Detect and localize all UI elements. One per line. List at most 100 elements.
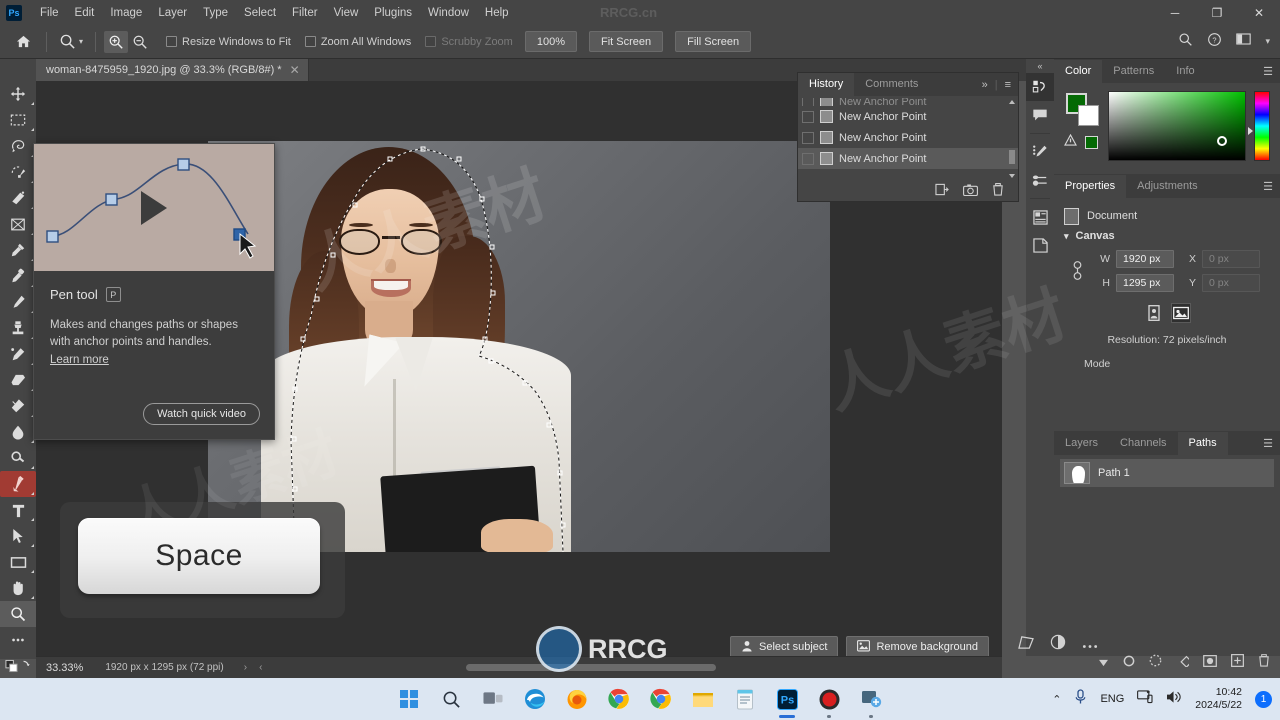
link-dimensions-icon[interactable] (1072, 260, 1083, 287)
close-button[interactable]: ✕ (1238, 0, 1280, 25)
history-snapshot-checkbox[interactable] (802, 152, 814, 165)
firefox-icon[interactable] (564, 686, 590, 712)
brushes-rail-icon[interactable] (1026, 166, 1054, 194)
chevron-down-icon[interactable]: ▾ (79, 37, 83, 46)
width-field[interactable]: 1920 px (1116, 250, 1174, 268)
pen-tool-tooltip-card[interactable]: Pen tool P Makes and changes paths or sh… (33, 143, 275, 440)
in-gamut-color-swatch[interactable] (1085, 135, 1098, 149)
tab-properties[interactable]: Properties (1054, 174, 1127, 198)
tab-color[interactable]: Color (1054, 59, 1103, 83)
fit-screen-button[interactable]: Fit Screen (588, 31, 664, 52)
language-indicator[interactable]: ENG (1100, 693, 1124, 705)
gradient-tool[interactable] (0, 393, 36, 419)
zoom-tool-icon[interactable]: ▾ (55, 33, 87, 50)
history-item[interactable]: New Anchor Point (798, 98, 1018, 106)
recorder-icon[interactable] (816, 686, 842, 718)
history-rail-icon[interactable] (1026, 73, 1054, 101)
menu-layer[interactable]: Layer (150, 4, 195, 22)
menu-type[interactable]: Type (195, 4, 236, 22)
watch-quick-video-button[interactable]: Watch quick video (143, 403, 260, 425)
notepad-icon[interactable] (732, 686, 758, 712)
color-swatch-stack[interactable] (1064, 91, 1100, 129)
chevron-down-icon[interactable]: ▾ (1064, 231, 1069, 242)
brush-settings-rail-icon[interactable] (1026, 138, 1054, 166)
color-picker-cursor[interactable] (1217, 136, 1228, 146)
eyedropper-tool[interactable] (0, 237, 36, 263)
hue-slider-marker[interactable] (1248, 127, 1253, 135)
file-explorer-icon[interactable] (690, 686, 716, 712)
start-button[interactable] (396, 686, 422, 712)
new-snapshot-icon[interactable] (963, 183, 978, 201)
lasso-tool[interactable] (0, 133, 36, 159)
path-list-item[interactable]: Path 1 (1060, 459, 1274, 487)
default-colors-and-swap[interactable] (0, 653, 36, 679)
history-list[interactable]: New Anchor Point New Anchor Point New An… (798, 96, 1018, 181)
object-selection-tool[interactable] (0, 159, 36, 185)
tab-adjustments[interactable]: Adjustments (1126, 175, 1209, 198)
task-view-icon[interactable] (480, 686, 506, 712)
panel-menu-icon[interactable]: ≡ (1005, 79, 1011, 91)
landscape-orientation-button[interactable] (1170, 303, 1191, 323)
dock-collapse-icon[interactable]: « (1026, 59, 1054, 73)
pen-tool[interactable] (0, 471, 36, 497)
menu-help[interactable]: Help (477, 4, 517, 22)
tab-paths[interactable]: Paths (1177, 431, 1228, 455)
layers-comp-rail-icon[interactable] (1026, 231, 1054, 259)
photoshop-icon[interactable]: Ps (774, 686, 800, 718)
background-color-swatch[interactable] (1078, 105, 1099, 126)
workspace-icon[interactable] (1236, 32, 1252, 51)
blur-tool[interactable] (0, 419, 36, 445)
zoom-in-icon[interactable] (104, 30, 129, 53)
quick-selection-tool[interactable] (0, 185, 36, 211)
checkbox-box[interactable] (166, 36, 178, 47)
tray-expand-chevron-icon[interactable]: ⌃ (1052, 693, 1061, 706)
snipping-tool-icon[interactable] (858, 686, 884, 718)
zoom-100-button[interactable]: 100% (524, 31, 577, 52)
delete-path-icon[interactable] (1258, 654, 1270, 672)
menu-select[interactable]: Select (236, 4, 284, 22)
eraser-tool[interactable] (0, 367, 36, 393)
type-tool[interactable] (0, 497, 36, 523)
add-mask-icon[interactable] (1203, 654, 1217, 672)
document-tab[interactable]: woman-8475959_1920.jpg @ 33.3% (RGB/8#) … (36, 59, 309, 81)
color-panel-menu-icon[interactable]: ☰ (1263, 65, 1280, 78)
comments-rail-icon[interactable] (1026, 101, 1054, 129)
delete-icon[interactable] (992, 182, 1004, 201)
resize-windows-to-fit-checkbox[interactable]: Resize Windows to Fit (166, 36, 291, 48)
gamut-warning-icon[interactable] (1064, 133, 1077, 151)
history-snapshot-checkbox[interactable] (802, 131, 814, 144)
zoom-tool[interactable] (0, 601, 36, 627)
make-work-path-icon[interactable] (1176, 654, 1193, 672)
hue-strip[interactable] (1254, 91, 1270, 161)
minimize-button[interactable]: ─ (1154, 0, 1196, 25)
zoom-level-value[interactable]: 33.33% (36, 662, 91, 674)
transform-icon[interactable] (1018, 635, 1034, 655)
restore-button[interactable]: ❐ (1196, 0, 1238, 25)
chevron-down-icon[interactable]: ▾ (1265, 36, 1270, 47)
edge-icon[interactable] (522, 686, 548, 712)
history-panel[interactable]: History Comments » | ≡ New Anchor Point … (797, 72, 1019, 202)
y-field[interactable]: 0 px (1202, 274, 1260, 292)
help-icon[interactable]: ? (1207, 32, 1222, 52)
play-icon[interactable] (141, 190, 167, 225)
tooltip-video-thumbnail[interactable] (34, 144, 274, 271)
volume-icon[interactable] (1166, 690, 1182, 709)
fill-screen-button[interactable]: Fill Screen (675, 31, 752, 52)
history-item-selected[interactable]: New Anchor Point (798, 148, 1018, 169)
layers-panel-menu-icon[interactable]: ☰ (1263, 437, 1280, 450)
history-snapshot-checkbox[interactable] (802, 98, 814, 106)
tab-comments[interactable]: Comments (854, 73, 929, 96)
rectangle-tool[interactable] (0, 549, 36, 575)
tab-info[interactable]: Info (1165, 60, 1205, 83)
history-item[interactable]: New Anchor Point (798, 127, 1018, 148)
menu-filter[interactable]: Filter (284, 4, 326, 22)
menu-plugins[interactable]: Plugins (366, 4, 420, 22)
dodge-tool[interactable] (0, 445, 36, 471)
zoom-out-icon[interactable] (128, 31, 152, 53)
prev-icon[interactable]: ‹ (259, 662, 262, 673)
chrome-icon[interactable] (606, 686, 632, 712)
path-selection-tool[interactable] (0, 523, 36, 549)
history-snapshot-checkbox[interactable] (802, 110, 814, 123)
move-tool[interactable] (0, 81, 36, 107)
zoom-all-windows-checkbox[interactable]: Zoom All Windows (304, 36, 411, 48)
